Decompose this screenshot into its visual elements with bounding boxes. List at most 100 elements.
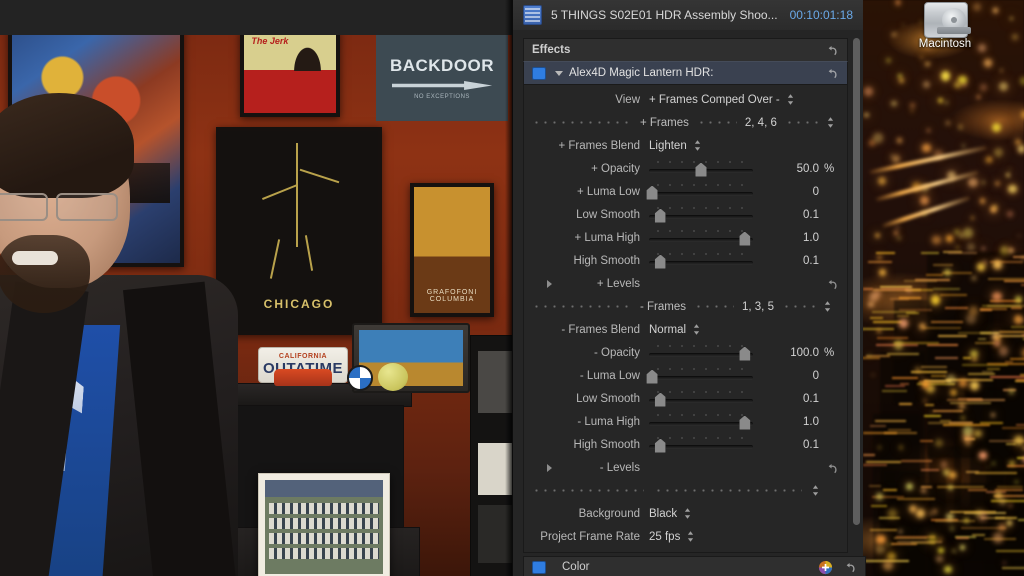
param-value-plus-luma-low[interactable]: 0 [753, 186, 819, 198]
inspector-title-bar[interactable]: 5 THINGS S02E01 HDR Assembly Shoo... 00:… [513, 0, 863, 31]
reset-arrow-icon[interactable] [843, 560, 857, 574]
stepper-icon[interactable] [684, 507, 691, 520]
param-slider-minus-low-smooth[interactable] [649, 389, 753, 408]
param-slider-minus-opacity[interactable] [649, 343, 753, 362]
param-row-minus-blend[interactable]: - Frames Blend Normal [524, 318, 847, 341]
param-row-plus-high-smooth[interactable]: High Smooth 0.1 [524, 249, 847, 272]
param-popup-view[interactable]: + Frames Comped Over - [649, 93, 794, 106]
chevron-right-icon[interactable] [546, 463, 552, 472]
param-value-plus-luma-high[interactable]: 1.0 [753, 232, 819, 244]
param-slider-minus-high-smooth[interactable] [649, 435, 753, 454]
param-value-minus-luma-low[interactable]: 0 [753, 370, 819, 382]
param-row-project-frame-rate[interactable]: Project Frame Rate 25 fps [524, 525, 847, 548]
stepper-icon[interactable] [693, 323, 700, 336]
param-slider-plus-low-smooth[interactable] [649, 205, 753, 224]
inspector-scrollbar[interactable] [853, 38, 860, 525]
stepper-icon[interactable] [824, 300, 831, 313]
wallpaper-window-row [990, 375, 1024, 378]
param-row-spacer-dotted[interactable] [524, 479, 847, 502]
param-row-plus-luma-high[interactable]: + Luma High 1.0 [524, 226, 847, 249]
param-value-minus-luma-high[interactable]: 1.0 [753, 416, 819, 428]
wallpaper-window-row [986, 368, 1000, 371]
chevron-down-icon[interactable] [555, 70, 563, 76]
param-row-plus-blend[interactable]: + Frames Blend Lighten [524, 134, 847, 157]
wallpaper-window-row [1004, 280, 1024, 283]
wallpaper-window-row [875, 420, 907, 423]
param-slider-minus-luma-high[interactable] [649, 412, 753, 431]
stepper-icon[interactable] [694, 139, 701, 152]
stepper-icon[interactable] [687, 530, 694, 543]
param-value-minus-high-smooth[interactable]: 0.1 [753, 439, 819, 451]
param-row-plus-levels[interactable]: + Levels [524, 272, 847, 295]
slider-track[interactable] [649, 352, 753, 357]
reset-arrow-icon[interactable] [825, 277, 839, 291]
reset-arrow-icon[interactable] [825, 461, 839, 475]
desktop-drive-icon[interactable]: Macintosh [916, 2, 974, 50]
slider-thumb[interactable] [739, 415, 751, 430]
param-row-minus-frames[interactable]: - Frames 1, 3, 5 [524, 295, 847, 318]
section-header-effects[interactable]: Effects [523, 38, 848, 61]
param-popup-background[interactable]: Black [649, 507, 691, 520]
video-frame[interactable]: PUNK The Jerk CHICAGO [0, 35, 512, 576]
wallpaper-window-row [862, 357, 880, 360]
wallpaper-light-dot [997, 523, 1006, 532]
stepper-icon[interactable] [827, 116, 834, 129]
param-popup-minus-blend[interactable]: Normal [649, 323, 700, 336]
param-slider-plus-luma-low[interactable] [646, 182, 753, 201]
slider-thumb[interactable] [739, 231, 751, 246]
slider-thumb[interactable] [646, 369, 658, 384]
viewer-area[interactable]: PUNK The Jerk CHICAGO [0, 0, 512, 576]
param-popup-project-frame-rate[interactable]: 25 fps [649, 530, 694, 543]
slider-thumb[interactable] [654, 254, 666, 269]
param-slider-plus-high-smooth[interactable] [649, 251, 753, 270]
slider-track[interactable] [649, 237, 753, 242]
param-slider-plus-opacity[interactable] [649, 159, 753, 178]
param-value-plus-high-smooth[interactable]: 0.1 [753, 255, 819, 267]
param-row-view[interactable]: View + Frames Comped Over - [524, 88, 847, 111]
slider-thumb[interactable] [739, 346, 751, 361]
param-value-minus-low-smooth[interactable]: 0.1 [753, 393, 819, 405]
wallpaper-window-row [881, 389, 907, 392]
effect-header-magic-lantern-hdr[interactable]: Alex4D Magic Lantern HDR: [523, 61, 848, 85]
param-row-minus-levels[interactable]: - Levels [524, 456, 847, 479]
slider-thumb[interactable] [654, 438, 666, 453]
wallpaper-light-dot [930, 295, 941, 305]
param-value-plus-opacity[interactable]: 50.0 [753, 163, 819, 175]
effect-enable-checkbox[interactable] [532, 66, 546, 80]
param-value-plus-low-smooth[interactable]: 0.1 [753, 209, 819, 221]
section-header-color[interactable]: Color [523, 556, 866, 576]
slider-ticks [652, 435, 750, 440]
param-value-minus-opacity[interactable]: 100.0 [753, 347, 819, 359]
slider-track[interactable] [649, 421, 753, 426]
slider-thumb[interactable] [646, 185, 658, 200]
param-row-minus-low-smooth[interactable]: Low Smooth 0.1 [524, 387, 847, 410]
stepper-icon[interactable] [812, 484, 819, 497]
wallpaper-light-dot [972, 276, 976, 280]
param-popup-plus-blend[interactable]: Lighten [649, 139, 701, 152]
param-slider-plus-luma-high[interactable] [649, 228, 753, 247]
slider-track[interactable] [649, 191, 753, 196]
slider-track[interactable] [649, 375, 753, 380]
param-row-plus-frames[interactable]: + Frames 2, 4, 6 [524, 111, 847, 134]
slider-thumb[interactable] [654, 392, 666, 407]
param-row-plus-luma-low[interactable]: + Luma Low 0 [524, 180, 847, 203]
add-color-wheel-icon[interactable] [818, 560, 833, 575]
color-enable-checkbox[interactable] [532, 560, 546, 574]
param-row-minus-opacity[interactable]: - Opacity 100.0% [524, 341, 847, 364]
reset-arrow-icon[interactable] [825, 66, 839, 80]
wallpaper-window-row [920, 439, 933, 442]
param-row-minus-luma-low[interactable]: - Luma Low 0 [524, 364, 847, 387]
reset-arrow-icon[interactable] [825, 43, 839, 57]
param-slider-minus-luma-low[interactable] [646, 366, 753, 385]
param-row-background[interactable]: Background Black [524, 502, 847, 525]
param-row-minus-high-smooth[interactable]: High Smooth 0.1 [524, 433, 847, 456]
chevron-right-icon[interactable] [546, 279, 552, 288]
param-row-minus-luma-high[interactable]: - Luma High 1.0 [524, 410, 847, 433]
param-row-plus-low-smooth[interactable]: Low Smooth 0.1 [524, 203, 847, 226]
param-row-plus-opacity[interactable]: + Opacity 50.0% [524, 157, 847, 180]
slider-thumb[interactable] [695, 162, 707, 177]
param-label-plus-luma-low: + Luma Low [577, 185, 640, 198]
slider-thumb[interactable] [654, 208, 666, 223]
param-label-minus-luma-low: - Luma Low [579, 369, 640, 382]
stepper-icon[interactable] [787, 93, 794, 106]
